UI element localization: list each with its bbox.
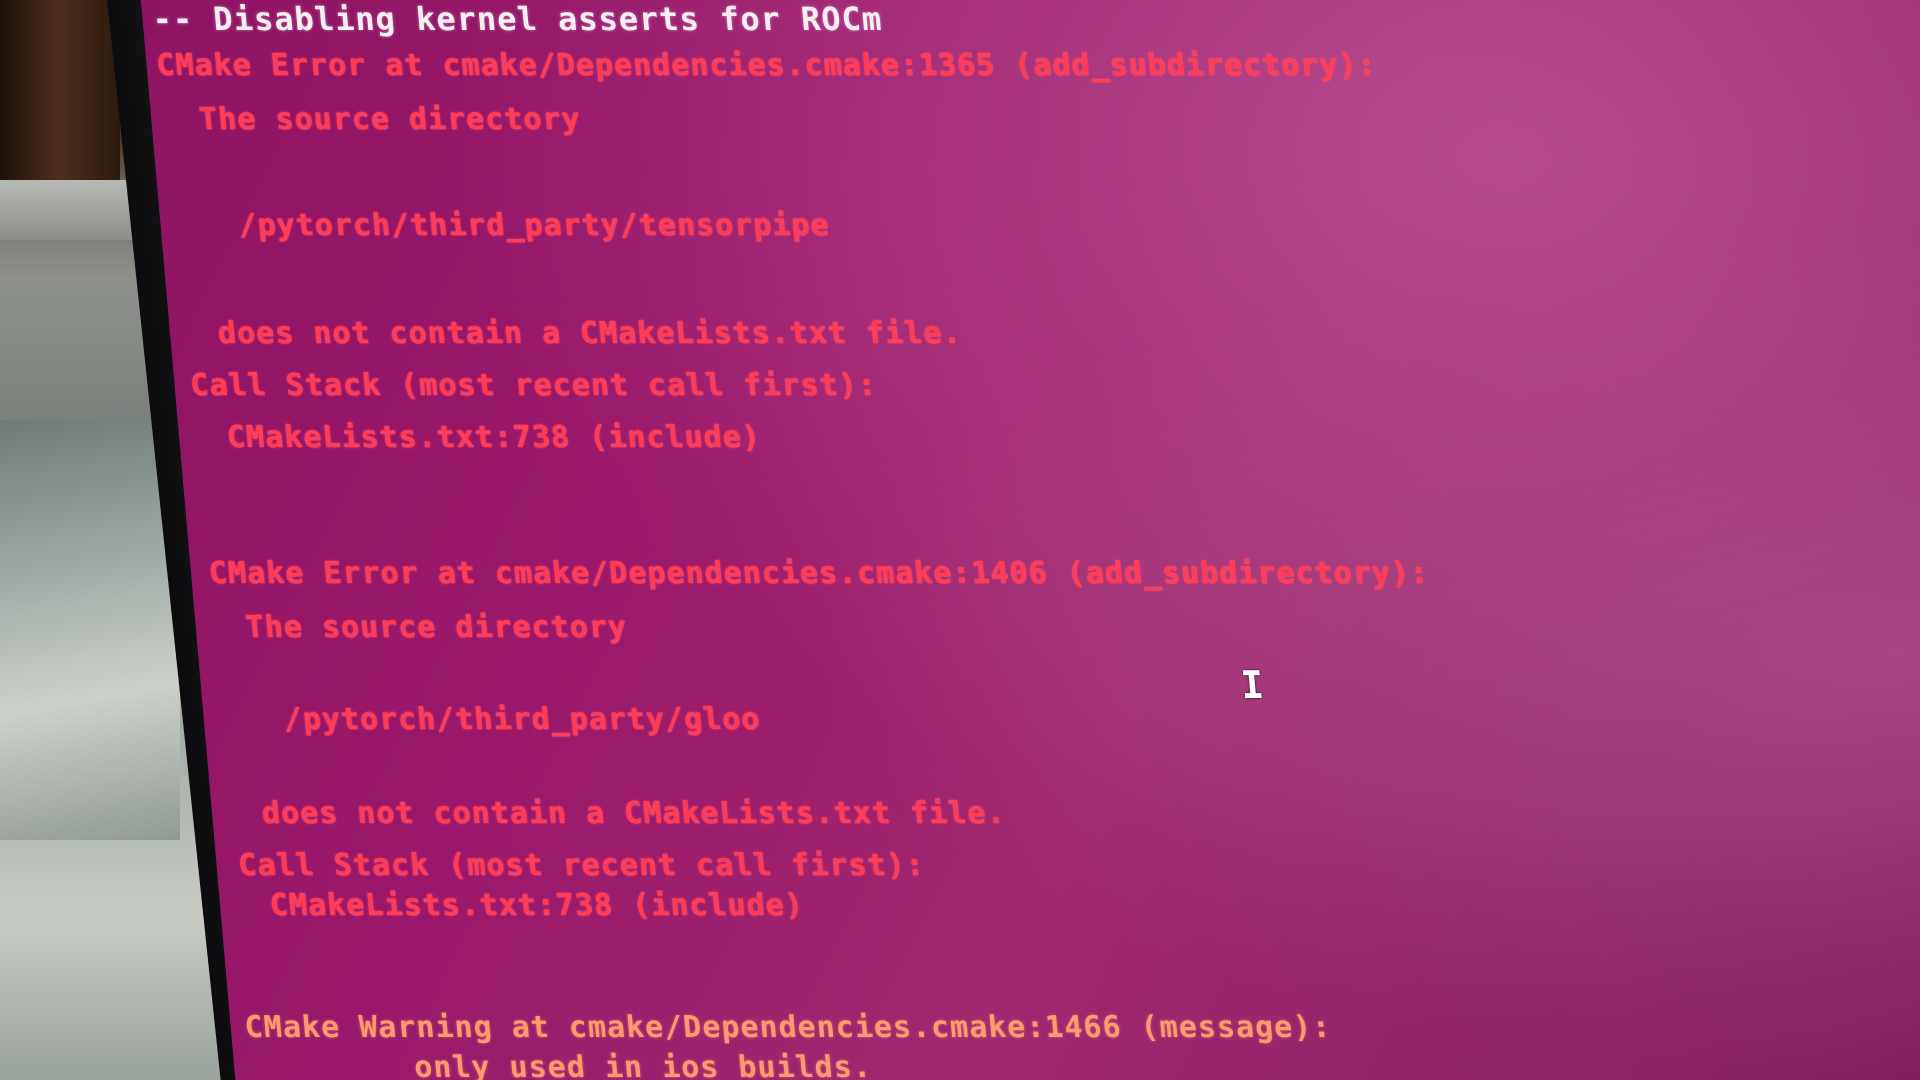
terminal-line: CMake Error at cmake/Dependencies.cmake:…: [155, 48, 1379, 83]
terminal-line: does not contain a CMakeLists.txt file.: [260, 796, 1007, 831]
wooden-panel: [0, 0, 120, 190]
terminal-output: -- Disabling kernel asserts for ROCm CMa…: [140, 0, 1920, 1080]
terminal-line: The source directory: [244, 610, 629, 645]
terminal-line: -- Disabling kernel asserts for ROCm: [150, 0, 884, 38]
terminal-line: CMake Warning at cmake/Dependencies.cmak…: [243, 1010, 1333, 1045]
terminal-line: CMakeLists.txt:738 (include): [225, 420, 763, 455]
terminal-line: CMake Error at cmake/Dependencies.cmake:…: [207, 556, 1431, 591]
terminal-line: Call Stack (most recent call first):: [237, 848, 927, 883]
terminal-line: /pytorch/third_party/gloo: [282, 702, 762, 737]
terminal-line: /pytorch/third_party/tensorpipe: [237, 208, 832, 243]
terminal-line: only used in ios builds.: [412, 1050, 874, 1080]
terminal-screen[interactable]: -- Disabling kernel asserts for ROCm CMa…: [140, 0, 1920, 1080]
cubicle-rail: [0, 180, 140, 240]
photo-scene: -- Disabling kernel asserts for ROCm CMa…: [0, 0, 1920, 1080]
terminal-line: Call Stack (most recent call first):: [189, 368, 879, 403]
terminal-line: does not contain a CMakeLists.txt file.: [216, 316, 963, 351]
desk-surface: [0, 420, 180, 840]
terminal-line: CMakeLists.txt:738 (include): [268, 888, 806, 923]
text-cursor-icon: I: [1238, 663, 1266, 707]
terminal-line: The source directory: [197, 102, 583, 137]
